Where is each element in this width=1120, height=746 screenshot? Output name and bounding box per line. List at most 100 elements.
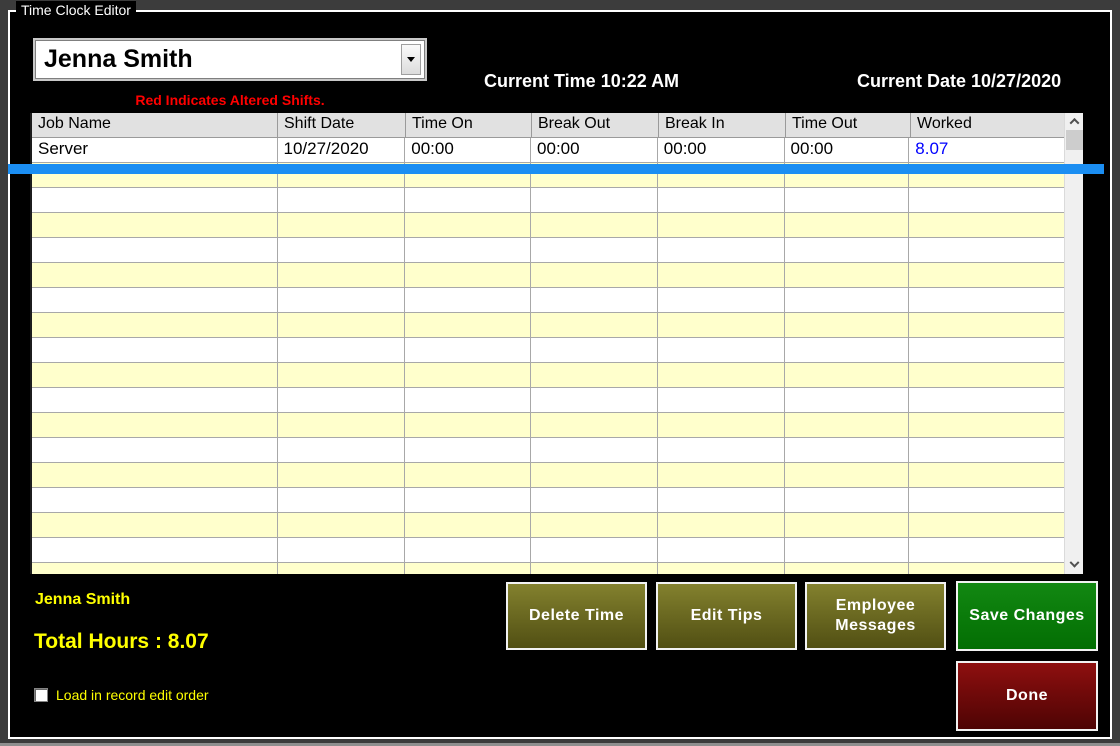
cell: [909, 363, 1064, 387]
empty-row[interactable]: [32, 538, 1064, 563]
table-header-row: Job NameShift DateTime OnBreak OutBreak …: [32, 113, 1083, 138]
cell: [405, 313, 531, 337]
cell: Server: [32, 138, 278, 162]
scroll-down-icon[interactable]: [1065, 557, 1083, 574]
cell: [32, 463, 278, 487]
cell: [785, 488, 910, 512]
cell: [278, 263, 406, 287]
empty-row[interactable]: [32, 388, 1064, 413]
column-header[interactable]: Worked: [911, 113, 1066, 137]
cell: [785, 238, 910, 262]
load-record-order-option[interactable]: Load in record edit order: [34, 687, 209, 703]
footer-employee-name: Jenna Smith: [35, 591, 130, 609]
cell: [32, 388, 278, 412]
cell: [785, 363, 910, 387]
empty-row[interactable]: [32, 188, 1064, 213]
cell: [278, 238, 406, 262]
vertical-scrollbar[interactable]: [1064, 113, 1083, 574]
empty-row[interactable]: [32, 313, 1064, 338]
empty-row[interactable]: [32, 513, 1064, 538]
cell: [658, 388, 785, 412]
cell: [909, 188, 1064, 212]
cell: [658, 213, 785, 237]
delete-time-button[interactable]: Delete Time: [506, 582, 647, 650]
column-header[interactable]: Break In: [659, 113, 786, 137]
cell: [531, 513, 658, 537]
shift-row[interactable]: Server10/27/202000:0000:0000:0000:008.07: [32, 138, 1064, 163]
empty-row[interactable]: [32, 463, 1064, 488]
cell: [909, 513, 1064, 537]
cell: [531, 488, 658, 512]
cell: [909, 338, 1064, 362]
employee-select[interactable]: Jenna Smith: [35, 40, 425, 79]
empty-row[interactable]: [32, 488, 1064, 513]
cell: [785, 288, 910, 312]
cell: [909, 263, 1064, 287]
cell: [531, 363, 658, 387]
done-button[interactable]: Done: [956, 661, 1098, 731]
cell: [909, 538, 1064, 562]
column-header[interactable]: Time On: [406, 113, 532, 137]
cell: [32, 513, 278, 537]
column-header[interactable]: Break Out: [532, 113, 659, 137]
table-body: Server10/27/202000:0000:0000:0000:008.07: [32, 138, 1064, 574]
column-header[interactable]: Job Name: [32, 113, 278, 137]
cell: [658, 288, 785, 312]
employee-select-dropdown-button[interactable]: [401, 44, 421, 75]
cell: [531, 538, 658, 562]
cell: [278, 188, 406, 212]
cell: [278, 463, 406, 487]
total-hours-label: Total Hours : 8.07: [34, 630, 209, 654]
empty-row[interactable]: [32, 563, 1064, 574]
cell: [32, 413, 278, 437]
cell: [32, 438, 278, 462]
window-title: Time Clock Editor: [16, 1, 136, 19]
cell: [278, 438, 406, 462]
chevron-up-icon: [1070, 118, 1080, 128]
cell: [32, 288, 278, 312]
cell: 10/27/2020: [278, 138, 406, 162]
cell: [405, 463, 531, 487]
cell: [531, 438, 658, 462]
scroll-up-icon[interactable]: [1065, 113, 1083, 130]
load-record-order-checkbox[interactable]: [34, 688, 48, 702]
cell: [278, 538, 406, 562]
cell: [658, 188, 785, 212]
empty-row[interactable]: [32, 363, 1064, 388]
cell: [405, 413, 531, 437]
save-changes-button[interactable]: Save Changes: [956, 581, 1098, 651]
cell: [32, 313, 278, 337]
scrollbar-thumb[interactable]: [1066, 130, 1083, 150]
cell: [785, 338, 910, 362]
column-header[interactable]: Time Out: [786, 113, 911, 137]
cell: [405, 188, 531, 212]
cell: [405, 288, 531, 312]
cell: 8.07: [909, 138, 1064, 162]
empty-row[interactable]: [32, 238, 1064, 263]
cell: [658, 338, 785, 362]
chevron-down-icon: [1070, 558, 1080, 568]
cell: [785, 263, 910, 287]
selected-row-indicator[interactable]: [8, 164, 1104, 174]
cell: [278, 513, 406, 537]
cell: [531, 338, 658, 362]
empty-row[interactable]: [32, 288, 1064, 313]
cell: [531, 188, 658, 212]
cell: [405, 263, 531, 287]
cell: [909, 388, 1064, 412]
empty-row[interactable]: [32, 338, 1064, 363]
empty-row[interactable]: [32, 413, 1064, 438]
cell: [909, 213, 1064, 237]
empty-row[interactable]: [32, 438, 1064, 463]
cell: [32, 563, 278, 574]
column-header[interactable]: Shift Date: [278, 113, 406, 137]
empty-row[interactable]: [32, 213, 1064, 238]
cell: [658, 313, 785, 337]
cell: [405, 513, 531, 537]
cell: 00:00: [658, 138, 785, 162]
cell: [785, 188, 910, 212]
empty-row[interactable]: [32, 263, 1064, 288]
edit-tips-button[interactable]: Edit Tips: [656, 582, 797, 650]
employee-messages-button[interactable]: Employee Messages: [805, 582, 946, 650]
cell: [909, 488, 1064, 512]
